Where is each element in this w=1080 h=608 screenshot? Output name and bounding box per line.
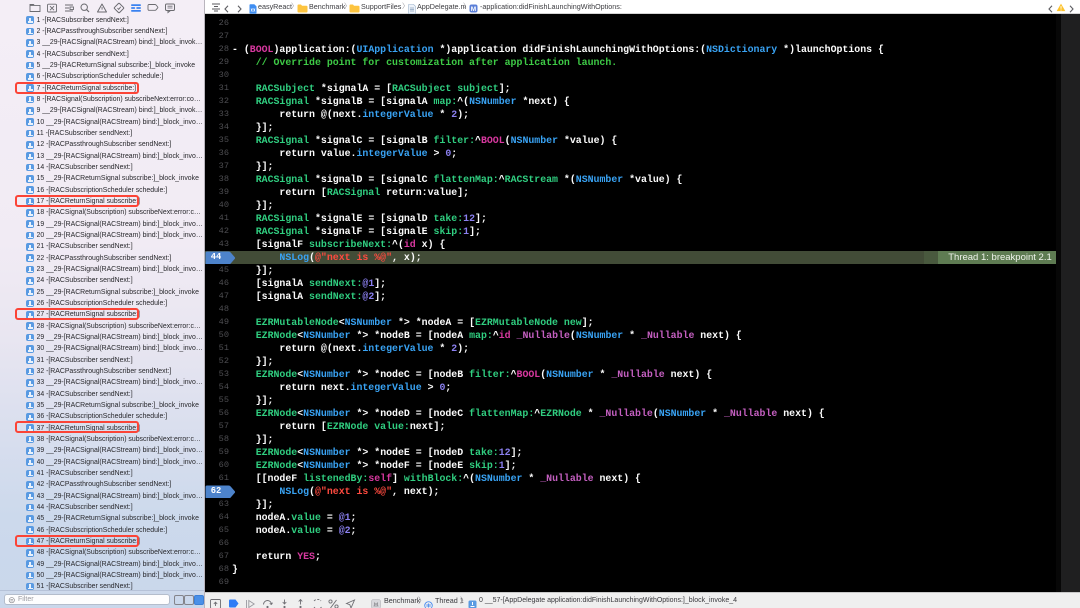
svg-text:M: M — [470, 6, 475, 13]
